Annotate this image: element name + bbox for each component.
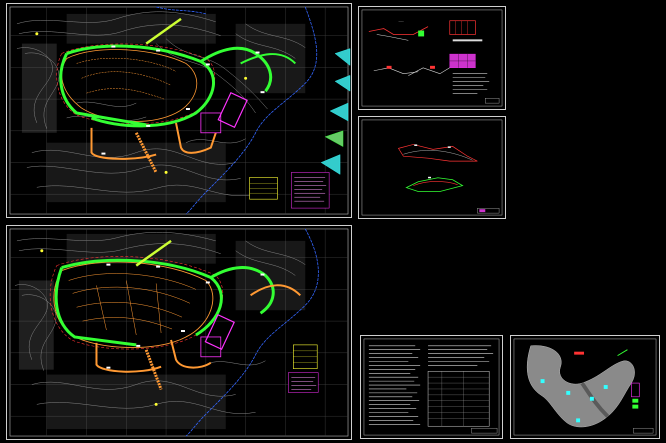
text-lines-right — [428, 345, 494, 366]
detail-sections-sheet[interactable]: ──── — [358, 6, 506, 110]
legend-box — [631, 382, 640, 398]
profile-sheet[interactable] — [358, 116, 506, 219]
location-map-drawing — [513, 338, 657, 436]
site-plan-sheet-bottom[interactable] — [6, 225, 352, 440]
detail-sections-drawing: ──── — [361, 9, 503, 107]
location-map-sheet[interactable] — [510, 335, 660, 439]
text-lines-left — [368, 345, 421, 425]
title-block — [633, 427, 654, 434]
notes-drawing — [363, 338, 500, 436]
svg-text:────: ──── — [397, 21, 404, 24]
notes-sheet[interactable] — [360, 335, 503, 439]
quantity-table — [427, 371, 490, 427]
terrain-texture — [21, 13, 306, 203]
profile-drawing — [361, 119, 503, 216]
title-block — [471, 427, 498, 434]
site-plan-drawing-top — [9, 6, 351, 215]
notes-box — [291, 172, 330, 209]
site-plan-drawing-bottom — [9, 228, 349, 437]
title-block — [485, 98, 500, 104]
site-plan-sheet-top[interactable] — [6, 3, 352, 218]
